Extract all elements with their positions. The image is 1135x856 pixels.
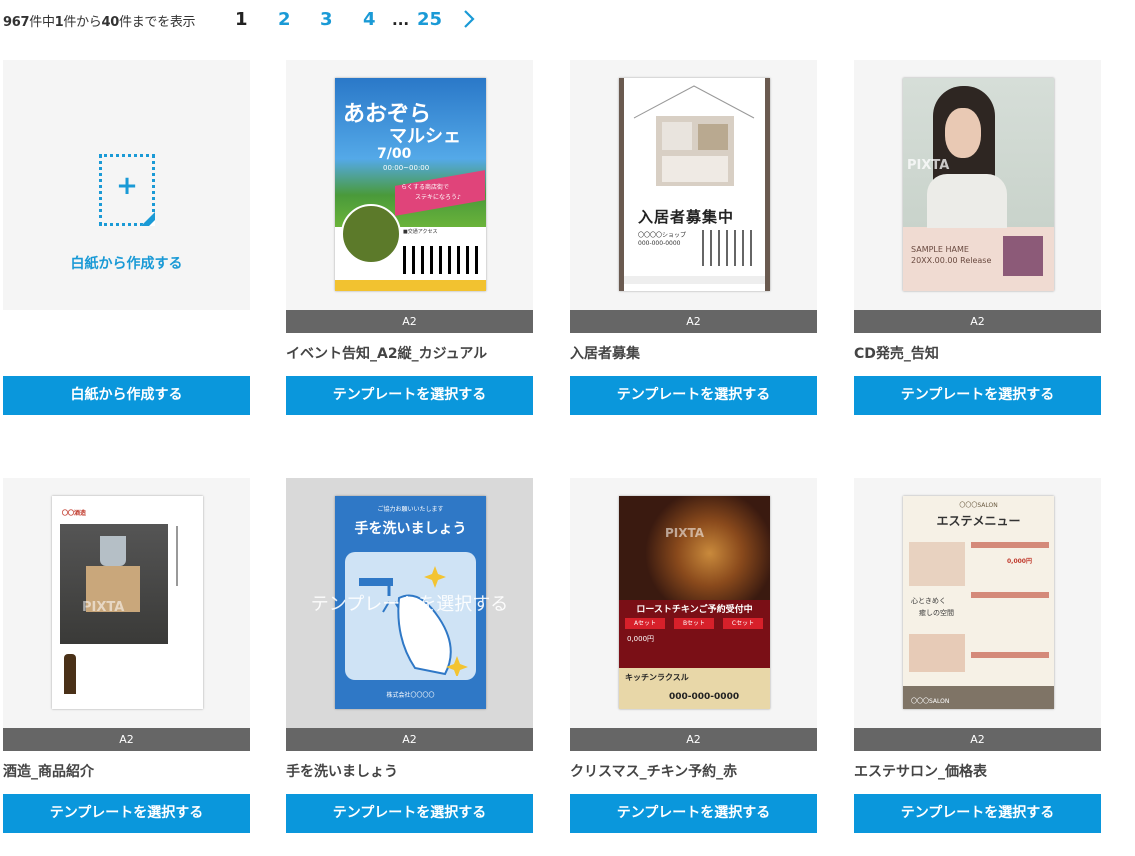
size-label: A2 xyxy=(286,310,533,333)
poster-text: 0,000円 xyxy=(627,635,655,643)
poster-text: 〇〇〇〇ショップ xyxy=(638,232,687,239)
poster-text: 〇〇酒造 xyxy=(62,510,87,517)
select-template-button[interactable]: テンプレートを選択する xyxy=(286,376,533,415)
poster-text: キッチンラクスル xyxy=(625,673,689,682)
size-label: A2 xyxy=(286,728,533,751)
blank-thumbnail[interactable]: + 白紙から作成する xyxy=(3,60,250,310)
poster-text: 20XX.00.00 Release xyxy=(911,256,992,265)
poster-text: マルシェ xyxy=(389,126,461,147)
poster-text: PIXTA xyxy=(665,526,705,540)
poster-text: Cセット xyxy=(723,618,763,629)
poster-text: ■交通アクセス xyxy=(403,229,438,235)
template-title: 手を洗いましょう xyxy=(286,764,398,780)
poster-preview: PIXTA ローストチキンご予約受付中 Aセット Bセット Cセット 0,000… xyxy=(619,496,770,709)
page-ellipsis: ... xyxy=(392,11,410,29)
template-thumbnail[interactable]: ご協力お願いいたします 手を洗いましょう 株式会社〇〇〇〇 テンプレートを選択す… xyxy=(286,478,533,728)
poster-preview: 入居者募集中 〇〇〇〇ショップ 000-000-0000 xyxy=(619,78,770,291)
size-label: A2 xyxy=(570,728,817,751)
template-thumbnail[interactable]: PIXTA SAMPLE HAME 20XX.00.00 Release xyxy=(854,60,1101,310)
page-link-last[interactable]: 25 xyxy=(417,9,442,30)
poster-preview: 〇〇酒造 PIXTA xyxy=(52,496,203,709)
poster-text: Bセット xyxy=(674,618,714,629)
template-title: クリスマス_チキン予約_赤 xyxy=(570,764,738,780)
poster-text: 手を洗いましょう xyxy=(354,521,467,537)
size-label: A2 xyxy=(3,728,250,751)
template-title: CD発売_告知 xyxy=(854,346,939,362)
chevron-right-icon[interactable] xyxy=(462,8,476,30)
template-thumbnail[interactable]: 入居者募集中 〇〇〇〇ショップ 000-000-0000 xyxy=(570,60,817,310)
template-title: イベント告知_A2縦_カジュアル xyxy=(286,346,488,362)
poster-preview: PIXTA SAMPLE HAME 20XX.00.00 Release xyxy=(903,78,1054,291)
page-corner-icon xyxy=(141,212,155,226)
poster-text: ご協力お願いいたします xyxy=(377,506,444,513)
plus-icon: + xyxy=(99,154,155,226)
poster-text: PIXTA xyxy=(907,158,950,173)
poster-text: 0,000円 xyxy=(1007,558,1032,565)
template-title: 酒造_商品紹介 xyxy=(3,764,94,780)
select-template-button[interactable]: テンプレートを選択する xyxy=(854,794,1101,833)
poster-text: SAMPLE HAME xyxy=(911,245,969,254)
range-to: 40 xyxy=(101,14,120,30)
poster-text: ローストチキンご予約受付中 xyxy=(636,605,753,615)
template-title: 入居者募集 xyxy=(570,346,640,362)
poster-text: 株式会社〇〇〇〇 xyxy=(386,692,435,699)
size-label: A2 xyxy=(570,310,817,333)
select-template-button[interactable]: テンプレートを選択する xyxy=(570,794,817,833)
select-template-button[interactable]: テンプレートを選択する xyxy=(286,794,533,833)
template-thumbnail[interactable]: PIXTA ローストチキンご予約受付中 Aセット Bセット Cセット 0,000… xyxy=(570,478,817,728)
poster-text: ステキになろう♪ xyxy=(415,194,461,201)
poster-text: 〇〇〇SALON xyxy=(911,698,950,705)
poster-text: 000-000-0000 xyxy=(638,240,681,247)
page-link-2[interactable]: 2 xyxy=(278,9,291,30)
poster-text: PIXTA xyxy=(82,600,125,615)
hand-wash-illustration xyxy=(359,566,468,676)
poster-text: 心ときめく xyxy=(911,597,946,605)
poster-text: 000-000-0000 xyxy=(669,692,740,702)
select-template-button[interactable]: テンプレートを選択する xyxy=(3,794,250,833)
poster-text: 入居者募集中 xyxy=(638,208,735,226)
page-link-4[interactable]: 4 xyxy=(363,9,376,30)
template-thumbnail[interactable]: 〇〇〇SALON エステメニュー 心ときめく 癒しの空間 0,000円 〇〇〇S… xyxy=(854,478,1101,728)
total-count: 967 xyxy=(3,14,30,30)
select-template-button[interactable]: テンプレートを選択する xyxy=(570,376,817,415)
page-link-3[interactable]: 3 xyxy=(320,9,333,30)
template-thumbnail[interactable]: あおぞら マルシェ 7/00 00:00~00:00 らくする商店街で ステキに… xyxy=(286,60,533,310)
template-title: エステサロン_価格表 xyxy=(854,764,987,780)
size-label: A2 xyxy=(854,310,1101,333)
poster-preview: 〇〇〇SALON エステメニュー 心ときめく 癒しの空間 0,000円 〇〇〇S… xyxy=(903,496,1054,709)
template-thumbnail[interactable]: 〇〇酒造 PIXTA xyxy=(3,478,250,728)
hover-select-label[interactable]: テンプレートを選択する xyxy=(286,590,533,616)
poster-preview: あおぞら マルシェ 7/00 00:00~00:00 らくする商店街で ステキに… xyxy=(335,78,486,291)
poster-text: 00:00~00:00 xyxy=(383,164,430,172)
page-current: 1 xyxy=(235,9,248,30)
poster-text: エステメニュー xyxy=(936,514,1021,528)
poster-text: 7/00 xyxy=(377,146,412,162)
poster-text: Aセット xyxy=(625,618,665,629)
poster-text: 癒しの空間 xyxy=(919,609,954,617)
poster-text: 〇〇〇SALON xyxy=(959,502,998,509)
create-blank-button[interactable]: 白紙から作成する xyxy=(3,376,250,415)
size-label: A2 xyxy=(854,728,1101,751)
result-count: 967件中1件から40件までを表示 xyxy=(3,14,196,30)
blank-label: 白紙から作成する xyxy=(70,256,183,272)
poster-text: らくする商店街で xyxy=(401,184,450,191)
select-template-button[interactable]: テンプレートを選択する xyxy=(854,376,1101,415)
